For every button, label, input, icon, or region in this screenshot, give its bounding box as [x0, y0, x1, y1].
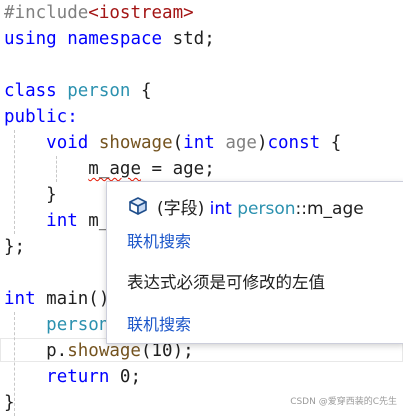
code-token: void	[46, 133, 89, 153]
code-token: public:	[4, 107, 78, 127]
quick-info-kind: (字段)	[157, 198, 205, 219]
code-token: m_	[77, 211, 110, 231]
code-token: const	[267, 133, 321, 153]
quick-info-signature: (字段) int person::m_age	[127, 194, 364, 219]
code-token: }	[4, 393, 15, 413]
quick-info-member: m_age	[307, 198, 364, 219]
code-token: main()	[35, 289, 110, 309]
code-line[interactable]: int main()	[4, 286, 109, 312]
code-token: <iostream>	[88, 3, 194, 23]
code-line[interactable]: person	[4, 312, 109, 338]
online-search-link-error[interactable]: 联机搜索	[127, 311, 191, 335]
code-token: showage	[67, 341, 141, 361]
code-token: )	[256, 133, 268, 153]
code-token: #include	[4, 3, 89, 23]
code-token: using	[4, 29, 57, 49]
quick-info-type: int	[209, 198, 232, 219]
code-token: (	[172, 133, 184, 153]
code-token: std;	[162, 29, 215, 49]
quick-info-tooltip: (字段) int person::m_age 联机搜索 表达式必须是可修改的左值…	[106, 181, 403, 344]
code-line[interactable]: #include<iostream>	[4, 0, 194, 26]
code-token: namespace	[67, 29, 163, 49]
code-token: int	[46, 211, 78, 231]
code-token: = age;	[140, 159, 215, 179]
watermark: CSDN @爱穿西装的C先生	[290, 397, 397, 407]
code-token: p.	[4, 341, 68, 361]
code-line[interactable]: }	[4, 182, 57, 208]
code-line[interactable]: };	[4, 234, 25, 260]
code-line[interactable]: public:	[4, 104, 78, 130]
code-token: showage	[98, 133, 173, 153]
code-line[interactable]: return 0;	[4, 364, 141, 390]
code-token: return	[46, 367, 110, 387]
code-line[interactable]: int m_	[4, 208, 109, 234]
error-message: 表达式必须是可修改的左值	[127, 273, 325, 292]
code-token: person	[46, 315, 110, 335]
code-line[interactable]: class person {	[4, 78, 152, 104]
quick-info-class: person	[237, 198, 296, 219]
code-token: (10);	[140, 341, 194, 361]
quick-info-scope: ::	[295, 198, 307, 219]
code-token: 0;	[109, 367, 141, 387]
code-token: age	[225, 133, 257, 153]
code-token: int	[183, 133, 215, 153]
code-line[interactable]: void showage(int age)const {	[4, 130, 341, 156]
online-search-link[interactable]: 联机搜索	[127, 228, 191, 252]
code-token: int	[4, 289, 36, 309]
field-icon	[127, 195, 149, 217]
code-token: {	[130, 81, 152, 101]
code-token: class	[4, 81, 57, 101]
code-line[interactable]: }	[4, 390, 15, 416]
code-line[interactable]: using namespace std;	[4, 26, 215, 52]
code-token: }	[4, 185, 57, 205]
code-token: {	[320, 133, 342, 153]
code-token: m_age	[88, 159, 141, 179]
code-line[interactable]: m_age = age;	[4, 156, 215, 182]
code-token: };	[4, 237, 26, 257]
code-token: person	[67, 81, 131, 101]
